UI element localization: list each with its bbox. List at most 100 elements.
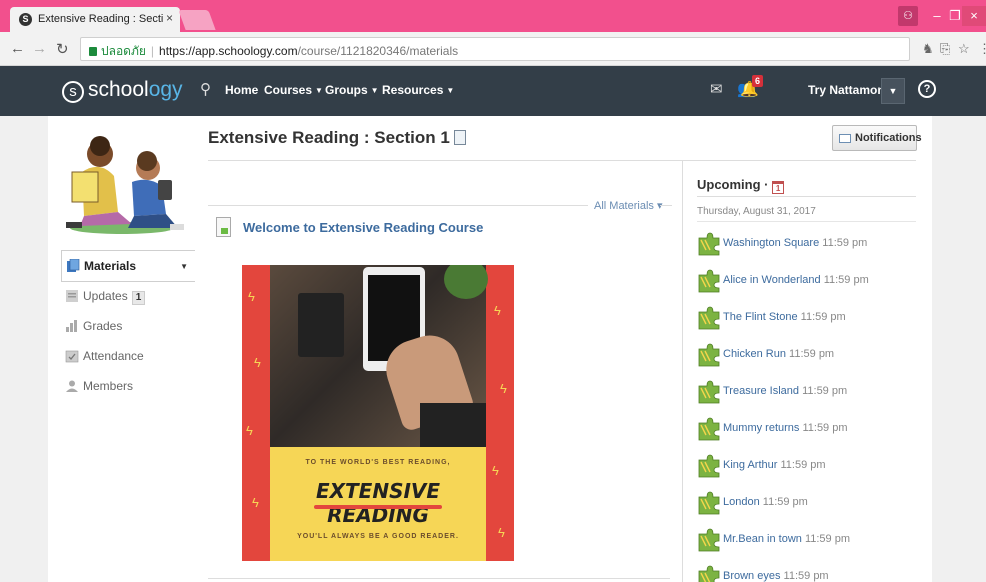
chevron-down-icon: ▼ (446, 86, 455, 95)
upcoming-event-item[interactable]: Alice in Wonderland 11:59 pm (697, 267, 917, 293)
event-title[interactable]: Brown eyes (723, 570, 780, 582)
assignment-puzzle-icon (698, 417, 720, 441)
assignment-puzzle-icon (698, 528, 720, 552)
profile-icon[interactable]: ⚇ (898, 6, 918, 26)
minimize-button[interactable]: – (928, 6, 946, 26)
grades-icon (66, 320, 77, 332)
messages-icon[interactable]: ✉ (710, 80, 723, 98)
course-profile-image (62, 124, 184, 242)
event-time: 11:59 pm (823, 274, 869, 286)
event-time: 11:59 pm (800, 311, 846, 323)
sidebar-item-updates[interactable]: Updates 1 (61, 282, 195, 312)
tab-close-icon[interactable]: × (166, 11, 173, 25)
envelope-icon (839, 134, 851, 143)
attendance-icon (65, 350, 79, 363)
event-time: 11:59 pm (783, 570, 829, 582)
user-name[interactable]: Try Nattamon (808, 83, 885, 97)
assignment-puzzle-icon (698, 306, 720, 330)
notifications-button[interactable]: Notifications (832, 125, 922, 151)
updates-icon (66, 290, 78, 302)
event-title[interactable]: Alice in Wonderland (723, 274, 821, 286)
schoology-favicon-icon: S (19, 13, 32, 26)
event-title[interactable]: Chicken Run (723, 348, 786, 360)
upcoming-event-item[interactable]: Treasure Island 11:59 pm (697, 378, 917, 404)
tab-title: Extensive Reading : Secti (38, 13, 164, 25)
chevron-down-icon: ▼ (888, 86, 898, 96)
url-path: /course/1121820346/materials (297, 44, 459, 58)
browser-tab[interactable]: S Extensive Reading : Secti × (10, 7, 180, 32)
back-arrow-icon[interactable]: ← (10, 40, 25, 57)
nav-home[interactable]: Home (225, 83, 258, 97)
forward-arrow-icon[interactable]: → (32, 40, 47, 57)
event-title[interactable]: Treasure Island (723, 385, 799, 397)
secure-label: ปลอดภัย (101, 44, 146, 58)
event-time: 11:59 pm (802, 422, 848, 434)
browser-menu-icon[interactable]: ⋮ (978, 41, 986, 57)
upcoming-date: Thursday, August 31, 2017 (697, 206, 816, 217)
user-menu-dropdown[interactable]: ▼ (881, 78, 905, 104)
materials-icon (67, 259, 80, 272)
upcoming-event-item[interactable]: Chicken Run 11:59 pm (697, 341, 917, 367)
course-sidebar: Materials ▼ Updates 1 Grades Attendance M… (61, 250, 195, 402)
logo-mark-icon: s (62, 81, 84, 103)
chevron-down-icon: ▼ (370, 86, 379, 95)
event-time: 11:59 pm (762, 496, 808, 508)
assignment-puzzle-icon (698, 232, 720, 256)
calendar-icon[interactable]: 1 (772, 181, 785, 194)
poster-tagline-bottom: YOU'LL ALWAYS BE A GOOD READER. (297, 533, 459, 540)
notification-count-badge: 6 (752, 75, 764, 87)
chevron-down-icon: ▼ (315, 86, 323, 95)
sidebar-item-materials[interactable]: Materials ▼ (61, 250, 195, 282)
event-title[interactable]: Mummy returns (723, 422, 799, 434)
event-title[interactable]: Mr.Bean in town (723, 533, 802, 545)
members-icon (66, 380, 78, 392)
poster-headline: EXTENSIVE READING (315, 479, 441, 527)
reload-icon[interactable]: ↻ (56, 40, 69, 58)
nav-courses[interactable]: Courses ▼ (264, 83, 323, 97)
event-time: 11:59 pm (804, 533, 850, 545)
chevron-down-icon[interactable]: ▼ (180, 262, 188, 271)
upcoming-event-item[interactable]: Mr.Bean in town 11:59 pm (697, 526, 917, 552)
upcoming-heading: Upcoming · 1 (697, 177, 785, 194)
help-icon[interactable]: ? (918, 80, 936, 98)
assignment-puzzle-icon (698, 380, 720, 404)
material-link[interactable]: Welcome to Extensive Reading Course (243, 220, 483, 235)
sidebar-item-grades[interactable]: Grades (61, 312, 195, 342)
address-bar-row: ← → ↻ ปลอดภัย | https://app.schoology.com/… (0, 32, 986, 66)
event-title[interactable]: King Arthur (723, 459, 777, 471)
sidebar-item-members[interactable]: Members (61, 372, 195, 402)
updates-count-badge: 1 (131, 291, 146, 305)
upcoming-event-item[interactable]: Brown eyes 11:59 pm (697, 563, 917, 582)
upcoming-event-item[interactable]: London 11:59 pm (697, 489, 917, 515)
event-time: 11:59 pm (802, 385, 848, 397)
event-title[interactable]: The Flint Stone (723, 311, 798, 323)
event-title[interactable]: London (723, 496, 760, 508)
lock-icon (89, 47, 97, 56)
browser-tab-strip: S Extensive Reading : Secti × ⚇ – ❐ × (0, 0, 986, 32)
event-title[interactable]: Washington Square (723, 237, 819, 249)
sidebar-item-attendance[interactable]: Attendance (61, 342, 195, 372)
upcoming-event-item[interactable]: King Arthur 11:59 pm (697, 452, 917, 478)
url-input[interactable]: ปลอดภัย | https://app.schoology.com/course… (80, 37, 910, 61)
assignment-puzzle-icon (698, 491, 720, 515)
chevron-down-icon: ▾ (656, 200, 663, 212)
all-materials-filter[interactable]: All Materials ▾ (594, 199, 663, 212)
assignment-puzzle-icon (698, 565, 720, 582)
translate-icon[interactable]: ⎘ (940, 41, 950, 57)
new-tab-button[interactable] (178, 10, 216, 30)
upcoming-event-item[interactable]: Mummy returns 11:59 pm (697, 415, 917, 441)
nav-groups[interactable]: Groups ▼ (325, 83, 379, 97)
upcoming-event-item[interactable]: Washington Square 11:59 pm (697, 230, 917, 256)
search-icon[interactable]: ⚲ (200, 80, 211, 98)
assignment-puzzle-icon (698, 343, 720, 367)
poster-tagline-top: TO THE WORLD'S BEST READING, (305, 459, 451, 466)
event-time: 11:59 pm (789, 348, 835, 360)
nav-resources[interactable]: Resources ▼ (382, 83, 454, 97)
bookmark-star-icon[interactable]: ☆ (958, 41, 970, 57)
schoology-logo[interactable]: s schoology (62, 78, 183, 103)
schoology-header: s schoology ⚲ Home Courses ▼ Groups ▼ Resou… (0, 66, 986, 116)
close-window-button[interactable]: × (962, 6, 986, 26)
assignment-puzzle-icon (698, 454, 720, 478)
upcoming-event-item[interactable]: The Flint Stone 11:59 pm (697, 304, 917, 330)
extension-icon[interactable]: ♞ (922, 41, 934, 57)
